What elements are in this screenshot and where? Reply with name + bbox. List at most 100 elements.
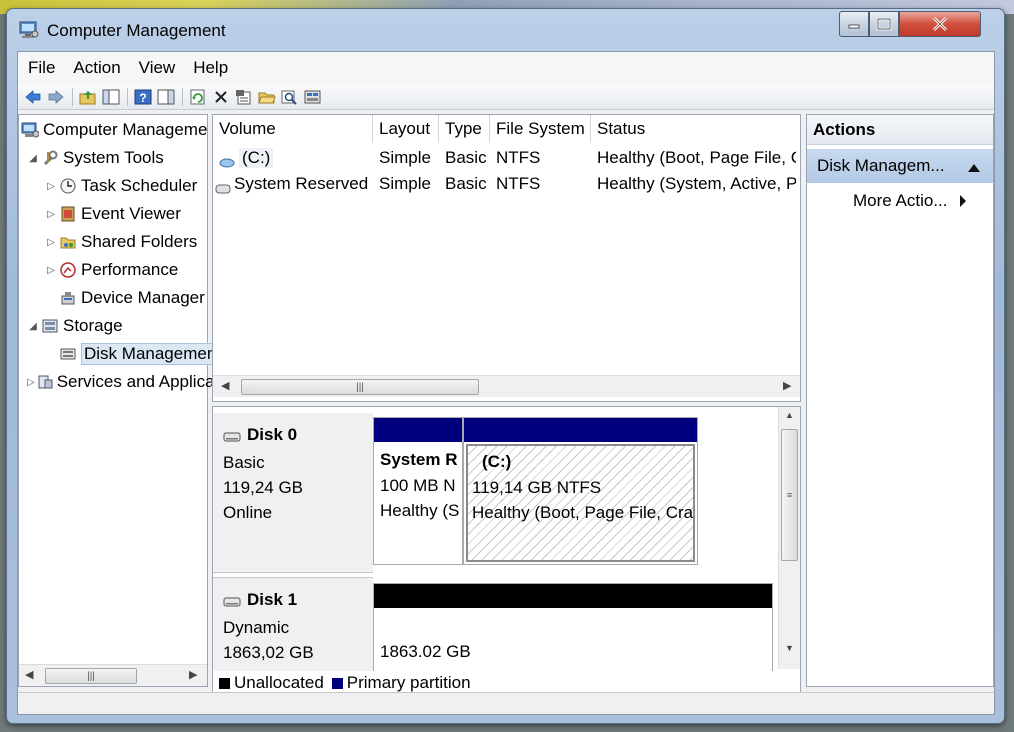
scroll-up-icon[interactable]: ▲ <box>785 410 794 420</box>
scroll-thumb[interactable]: ||| <box>45 668 137 684</box>
partition-status: Healthy (Boot, Page File, Cra <box>472 503 694 522</box>
volume-list-header: Volume Layout Type File System Status <box>213 115 800 143</box>
volume-list: Volume Layout Type File System Status (C… <box>212 114 801 402</box>
refresh-icon[interactable] <box>187 86 208 107</box>
scroll-left-icon[interactable]: ◀ <box>221 379 229 392</box>
computer-management-icon <box>19 21 39 39</box>
tree-label: Services and Applications <box>56 372 215 391</box>
volume-horizontal-scrollbar[interactable]: ◀ ||| ▶ <box>213 375 800 397</box>
tree-label: Device Manager <box>81 288 205 307</box>
column-header-status[interactable]: Status <box>591 115 800 143</box>
more-actions-label: More Actio... <box>853 191 948 210</box>
title-bar[interactable]: Computer Management <box>7 9 1004 51</box>
unallocated-swatch <box>219 677 230 689</box>
disk-settings-icon[interactable] <box>302 86 323 107</box>
partition-size: 119,14 GB NTFS <box>472 478 602 497</box>
scroll-thumb[interactable]: ≡ <box>781 429 798 561</box>
disk-0-label[interactable]: Disk 0 Basic 119,24 GB Online <box>213 413 373 573</box>
tree-item-device-manager[interactable]: Device Manager <box>45 285 233 311</box>
scroll-thumb[interactable]: ||| <box>241 379 479 395</box>
back-icon[interactable] <box>22 86 43 107</box>
table-row[interactable]: (C:) Simple Basic NTFS Healthy (Boot, Pa… <box>213 145 800 171</box>
tree-horizontal-scrollbar[interactable]: ◀ ||| ▶ <box>19 664 207 686</box>
submenu-arrow-icon <box>959 194 967 208</box>
partition-unallocated[interactable]: 1863.02 GB <box>373 583 773 683</box>
scroll-left-icon[interactable]: ◀ <box>25 668 33 681</box>
disk-icon <box>223 592 241 612</box>
disk-vertical-scrollbar[interactable]: ▲ ≡ ▼ <box>778 407 800 669</box>
tree-item-event-viewer[interactable]: ▷ Event Viewer <box>45 201 233 227</box>
menu-bar: File Action View Help <box>18 52 994 84</box>
toolbar-separator <box>72 87 73 106</box>
properties-icon[interactable] <box>233 86 254 107</box>
maximize-button[interactable] <box>869 11 899 37</box>
tree-item-shared-folders[interactable]: ▷ Shared Folders <box>45 229 233 255</box>
delete-icon[interactable] <box>210 86 231 107</box>
cell-status: Healthy (System, Active, P <box>597 174 796 193</box>
minimize-button[interactable] <box>839 11 869 37</box>
tree-item-disk-management[interactable]: Disk Management <box>45 341 233 367</box>
collapse-arrow-icon[interactable]: ◢ <box>27 321 39 332</box>
close-button[interactable] <box>899 11 981 37</box>
event-log-icon <box>59 205 77 223</box>
disk-icon <box>223 427 241 447</box>
column-header-volume[interactable]: Volume <box>213 115 373 143</box>
tree-item-task-scheduler[interactable]: ▷ Task Scheduler <box>45 173 233 199</box>
help-icon[interactable]: ? <box>132 86 153 107</box>
primary-partition-swatch <box>331 677 343 689</box>
forward-icon[interactable] <box>45 86 66 107</box>
cell-layout: Simple <box>379 148 431 167</box>
tree-label: System Tools <box>63 148 164 167</box>
up-folder-icon[interactable] <box>77 86 98 107</box>
window-title: Computer Management <box>47 21 226 40</box>
clock-icon <box>59 177 77 195</box>
more-actions-item[interactable]: More Actio... <box>853 191 967 211</box>
cell-type: Basic <box>445 148 487 167</box>
table-row[interactable]: System Reserved Simple Basic NTFS Health… <box>213 171 800 197</box>
disk-layout-view: Disk 0 Basic 119,24 GB Online System R 1… <box>212 406 801 696</box>
column-header-type[interactable]: Type <box>439 115 490 143</box>
show-hide-action-pane-icon[interactable] <box>155 86 176 107</box>
menu-view[interactable]: View <box>131 58 184 78</box>
open-folder-icon[interactable] <box>256 86 277 107</box>
svg-text:?: ? <box>139 91 146 105</box>
column-header-layout[interactable]: Layout <box>373 115 439 143</box>
disk-type: Dynamic <box>223 618 290 637</box>
partition-system-reserved[interactable]: System R 100 MB N Healthy (S <box>373 417 463 565</box>
expand-arrow-icon[interactable]: ▷ <box>27 377 35 388</box>
search-icon[interactable] <box>279 86 300 107</box>
expand-arrow-icon[interactable]: ▷ <box>45 209 57 220</box>
tree-label: Task Scheduler <box>81 176 198 195</box>
partition-c[interactable]: (C:) 119,14 GB NTFS Healthy (Boot, Page … <box>463 417 698 565</box>
expand-arrow-icon[interactable]: ▷ <box>45 265 57 276</box>
partition-band <box>464 418 697 442</box>
menu-file[interactable]: File <box>20 58 63 78</box>
tree-item-services-and-applications[interactable]: ▷ Services and Applications <box>27 369 215 395</box>
actions-group-label: Disk Managem... <box>817 156 945 175</box>
scroll-right-icon[interactable]: ▶ <box>189 668 197 681</box>
cell-status: Healthy (Boot, Page File, C <box>597 148 796 167</box>
scroll-down-icon[interactable]: ▼ <box>785 643 794 653</box>
show-hide-tree-icon[interactable] <box>100 86 121 107</box>
tree-item-storage[interactable]: ◢ Storage <box>27 313 215 339</box>
menu-action[interactable]: Action <box>65 58 128 78</box>
column-header-file-system[interactable]: File System <box>490 115 591 143</box>
menu-help[interactable]: Help <box>185 58 236 78</box>
scroll-right-icon[interactable]: ▶ <box>783 379 791 392</box>
services-icon <box>37 373 53 391</box>
collapse-arrow-icon[interactable]: ◢ <box>27 153 39 164</box>
tree-label: Disk Management <box>81 343 225 365</box>
partition-band <box>374 584 772 608</box>
actions-group-disk-management[interactable]: Disk Managem... <box>807 149 993 183</box>
tree-item-computer-management[interactable]: Computer Management <box>19 117 207 143</box>
expand-arrow-icon[interactable]: ▷ <box>45 237 57 248</box>
disk-1-label[interactable]: Disk 1 Dynamic 1863,02 GB <box>213 577 373 677</box>
disk-management-icon <box>59 345 77 363</box>
toolbar: ? <box>18 84 994 110</box>
collapse-up-icon[interactable] <box>967 158 981 178</box>
status-bar <box>18 692 994 714</box>
tree-item-performance[interactable]: ▷ Performance <box>45 257 233 283</box>
disk-name: Disk 0 <box>247 425 298 444</box>
expand-arrow-icon[interactable]: ▷ <box>45 181 57 192</box>
tree-item-system-tools[interactable]: ◢ System Tools <box>27 145 215 171</box>
